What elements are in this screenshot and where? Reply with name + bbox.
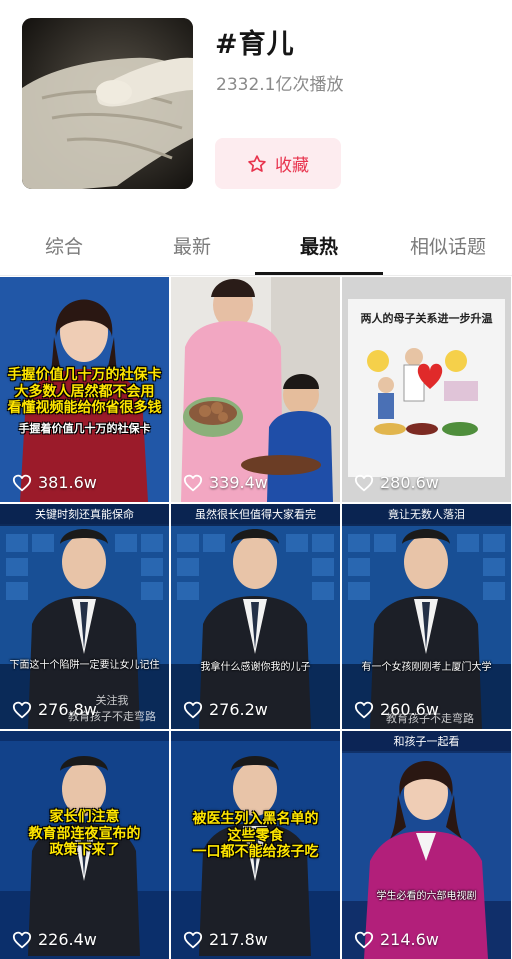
video-caption: 两人的母子关系进一步升温 bbox=[360, 312, 493, 325]
heart-icon bbox=[354, 474, 374, 492]
video-subcaption: 手握着价值几十万的社保卡 bbox=[18, 422, 151, 435]
like-count: 214.6w bbox=[354, 930, 439, 949]
video-thumbnail bbox=[342, 277, 511, 502]
tab-similar-topics[interactable]: 相似话题 bbox=[384, 214, 512, 276]
video-card[interactable]: 竟让无数人落泪 有一个女孩刚刚考上厦门大学 教育孩子不走弯路 260.6w bbox=[342, 504, 511, 729]
video-caption: 被医生列入黑名单的 这些零食 一口都不能给孩子吃 bbox=[192, 811, 319, 861]
video-top-banner: 关键时刻还真能保命 bbox=[0, 504, 169, 526]
video-card[interactable]: 两人的母子关系进一步升温 280.6w bbox=[342, 277, 511, 502]
video-subcaption: 有一个女孩刚刚考上厦门大学 bbox=[361, 662, 492, 673]
video-top-banner: 竟让无数人落泪 bbox=[342, 504, 511, 526]
video-grid: 手握价值几十万的社保卡 大多数人居然都不会用 看懂视频能给你省很多钱 手握着价值几十… bbox=[0, 277, 512, 959]
video-card[interactable]: 339.4w bbox=[171, 277, 340, 502]
video-subcaption: 我拿什么感谢你我的儿子 bbox=[200, 662, 311, 673]
like-count: 217.8w bbox=[183, 930, 268, 949]
play-count: 2332.1亿次播放 bbox=[216, 75, 344, 95]
video-thumbnail bbox=[171, 504, 340, 729]
video-card[interactable]: 被医生列入黑名单的 这些零食 一口都不能给孩子吃 217.8w bbox=[171, 731, 340, 959]
active-tab-indicator bbox=[255, 272, 383, 275]
star-icon bbox=[248, 154, 266, 172]
heart-icon bbox=[12, 474, 32, 492]
video-caption: 家长们注意 教育部连夜宣布的 政策下来了 bbox=[28, 809, 141, 859]
video-thumbnail bbox=[171, 277, 340, 502]
video-top-banner: 和孩子一起看 bbox=[342, 731, 511, 753]
tab-hottest[interactable]: 最热 bbox=[255, 214, 383, 276]
heart-icon bbox=[183, 474, 203, 492]
like-count: 260.6w bbox=[354, 700, 439, 719]
tab-bar: 综合 最新 最热 相似话题 bbox=[0, 214, 512, 276]
heart-icon bbox=[12, 701, 32, 719]
video-watermark-text: 关注我 教育孩子不走弯路 bbox=[68, 694, 156, 723]
heart-icon bbox=[183, 931, 203, 949]
tab-latest[interactable]: 最新 bbox=[128, 214, 256, 276]
topic-header: #育儿 2332.1亿次播放 收藏 bbox=[0, 0, 512, 214]
favorite-label: 收藏 bbox=[275, 156, 309, 176]
topic-cover-image bbox=[22, 18, 193, 189]
video-caption: 手握价值几十万的社保卡 大多数人居然都不会用 看懂视频能给你省很多钱 bbox=[7, 367, 162, 417]
like-count: 339.4w bbox=[183, 473, 268, 492]
favorite-button[interactable]: 收藏 bbox=[215, 138, 341, 189]
heart-icon bbox=[354, 931, 374, 949]
video-card[interactable]: 关键时刻还真能保命 下面这十个陷阱一定要让女儿记住 276.8w 关注我 教育孩子… bbox=[0, 504, 169, 729]
video-card[interactable]: 手握价值几十万的社保卡 大多数人居然都不会用 看懂视频能给你省很多钱 手握着价值几十… bbox=[0, 277, 169, 502]
video-card[interactable]: 虽然很长但值得大家看完 我拿什么感谢你我的儿子 276.2w bbox=[171, 504, 340, 729]
heart-icon bbox=[354, 701, 374, 719]
video-card[interactable]: 和孩子一起看 学生必看的六部电视剧 214.6w bbox=[342, 731, 511, 959]
video-top-banner: 虽然很长但值得大家看完 bbox=[171, 504, 340, 526]
video-subcaption: 学生必看的六部电视剧 bbox=[376, 891, 477, 902]
heart-icon bbox=[183, 701, 203, 719]
tab-comprehensive[interactable]: 综合 bbox=[0, 214, 128, 276]
video-subcaption: 下面这十个陷阱一定要让女儿记住 bbox=[9, 660, 160, 671]
video-thumbnail bbox=[342, 731, 511, 959]
video-card[interactable]: 家长们注意 教育部连夜宣布的 政策下来了 226.4w bbox=[0, 731, 169, 959]
like-count: 280.6w bbox=[354, 473, 439, 492]
topic-title: #育儿 bbox=[215, 29, 295, 60]
like-count: 226.4w bbox=[12, 930, 97, 949]
like-count: 381.6w bbox=[12, 473, 97, 492]
video-thumbnail bbox=[342, 504, 511, 729]
heart-icon bbox=[12, 931, 32, 949]
like-count: 276.2w bbox=[183, 700, 268, 719]
